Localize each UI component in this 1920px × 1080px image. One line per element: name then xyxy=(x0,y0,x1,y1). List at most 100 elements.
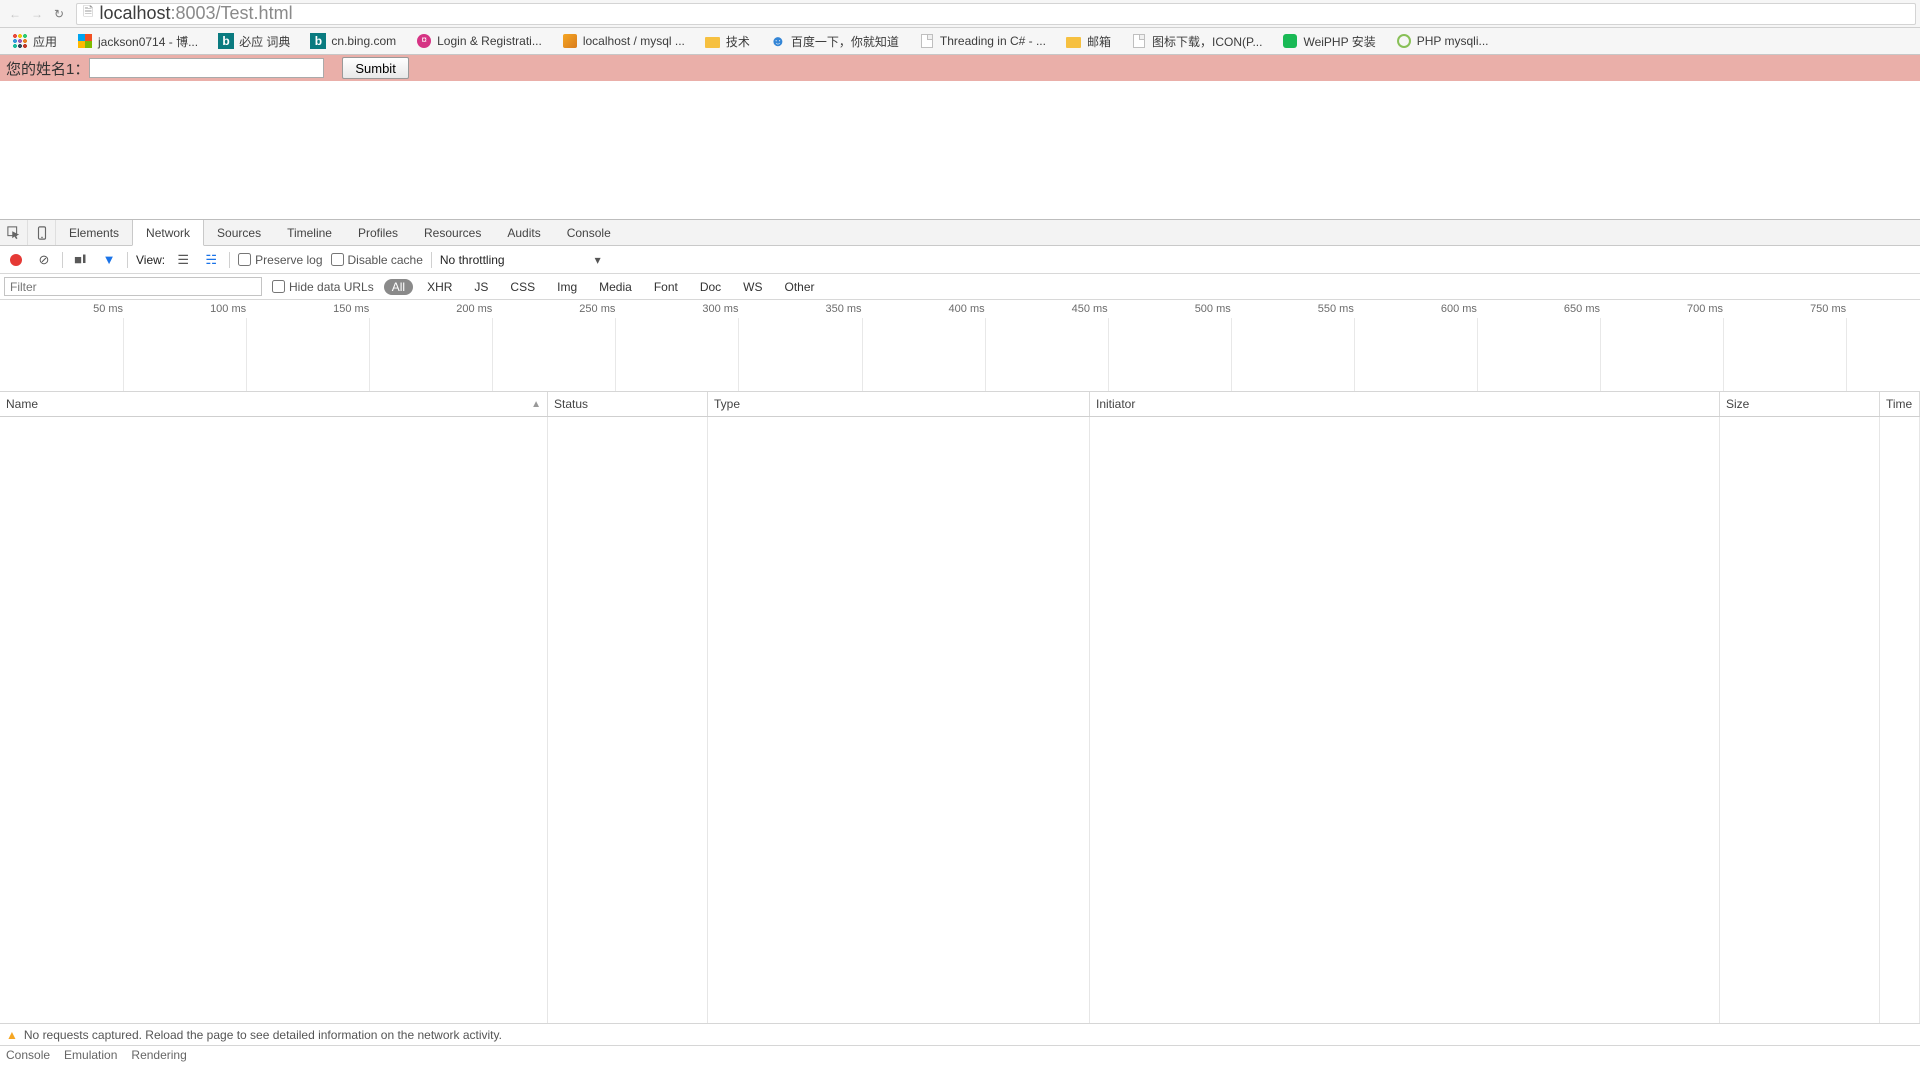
camera-icon[interactable]: ■▌ xyxy=(71,250,91,270)
bookmark-item[interactable]: localhost / mysql ... xyxy=(554,30,693,52)
bookmark-item[interactable]: ¤Login & Registrati... xyxy=(408,30,550,52)
page-icon xyxy=(919,33,935,49)
timeline-tick: 450 ms xyxy=(1072,303,1108,315)
timeline-gridline xyxy=(1354,318,1355,391)
filter-ws[interactable]: WS xyxy=(735,279,770,295)
timeline-gridline xyxy=(1846,318,1847,391)
ms-icon xyxy=(77,33,93,49)
bookmark-item[interactable]: ☻百度一下，你就知道 xyxy=(762,30,907,52)
col-size[interactable]: Size xyxy=(1720,392,1880,416)
tab-resources[interactable]: Resources xyxy=(411,220,494,245)
col-type[interactable]: Type xyxy=(708,392,1090,416)
circle-icon xyxy=(1396,33,1412,49)
filter-input[interactable] xyxy=(4,277,262,296)
back-button[interactable]: ← xyxy=(4,3,26,25)
bookmark-item[interactable]: b必应 词典 xyxy=(210,30,298,52)
form-row: 您的姓名1： Sumbit xyxy=(0,55,1920,81)
filter-doc[interactable]: Doc xyxy=(692,279,729,295)
page-blank-area xyxy=(0,81,1920,219)
record-button[interactable] xyxy=(6,250,26,270)
timeline-tick: 400 ms xyxy=(949,303,985,315)
col-status[interactable]: Status xyxy=(548,392,708,416)
page-icon xyxy=(1131,33,1147,49)
disable-cache-checkbox[interactable]: Disable cache xyxy=(331,253,423,267)
filter-other[interactable]: Other xyxy=(777,279,823,295)
drawer-tab-emulation[interactable]: Emulation xyxy=(64,1048,117,1062)
bookmark-item[interactable]: 技术 xyxy=(697,30,758,52)
devtools-tabs: ElementsNetworkSourcesTimelineProfilesRe… xyxy=(0,220,1920,246)
inspect-icon[interactable] xyxy=(0,220,28,245)
apps-icon xyxy=(12,33,28,49)
device-icon[interactable] xyxy=(28,220,56,245)
view-waterfall-icon[interactable]: ☵ xyxy=(201,250,221,270)
clear-button[interactable]: ⊘ xyxy=(34,250,54,270)
filter-xhr[interactable]: XHR xyxy=(419,279,460,295)
reload-button[interactable]: ↻ xyxy=(48,3,70,25)
preserve-log-checkbox[interactable]: Preserve log xyxy=(238,253,322,267)
tab-console[interactable]: Console xyxy=(554,220,624,245)
bookmark-item[interactable]: bcn.bing.com xyxy=(302,30,404,52)
timeline-tick: 300 ms xyxy=(702,303,738,315)
timeline-tick: 650 ms xyxy=(1564,303,1600,315)
drawer-tab-console[interactable]: Console xyxy=(6,1048,50,1062)
col-initiator[interactable]: Initiator xyxy=(1090,392,1720,416)
filter-icon[interactable]: ▼ xyxy=(99,250,119,270)
view-large-icon[interactable]: ☰ xyxy=(173,250,193,270)
filter-js[interactable]: JS xyxy=(466,279,496,295)
bookmark-label: PHP mysqli... xyxy=(1417,34,1489,48)
address-bar[interactable]: 🗎 localhost:8003/Test.html xyxy=(76,3,1916,25)
bookmark-item[interactable]: 图标下载，ICON(P... xyxy=(1123,30,1270,52)
bookmark-label: WeiPHP 安装 xyxy=(1303,33,1375,50)
timeline-gridline xyxy=(738,318,739,391)
bookmark-item[interactable]: PHP mysqli... xyxy=(1388,30,1497,52)
timeline-tick: 750 ms xyxy=(1810,303,1846,315)
filter-css[interactable]: CSS xyxy=(502,279,543,295)
bookmark-item[interactable]: WeiPHP 安装 xyxy=(1274,30,1383,52)
network-toolbar: ⊘ ■▌ ▼ View: ☰ ☵ Preserve log Disable ca… xyxy=(0,246,1920,274)
timeline-gridline xyxy=(1723,318,1724,391)
bookmark-label: Login & Registrati... xyxy=(437,34,542,48)
tab-sources[interactable]: Sources xyxy=(204,220,274,245)
bookmark-item[interactable]: 邮箱 xyxy=(1058,30,1119,52)
folder-icon xyxy=(1066,33,1082,49)
tab-elements[interactable]: Elements xyxy=(56,220,132,245)
tab-timeline[interactable]: Timeline xyxy=(274,220,345,245)
separator xyxy=(229,252,230,268)
filter-img[interactable]: Img xyxy=(549,279,585,295)
submit-button[interactable]: Sumbit xyxy=(342,57,408,79)
col-time[interactable]: Time xyxy=(1880,392,1920,416)
browser-nav-bar: ← → ↻ 🗎 localhost:8003/Test.html xyxy=(0,0,1920,28)
timeline-gridline xyxy=(862,318,863,391)
bookmark-label: 百度一下，你就知道 xyxy=(791,33,899,50)
timeline-overview[interactable]: 50 ms100 ms150 ms200 ms250 ms300 ms350 m… xyxy=(0,300,1920,392)
bookmark-item[interactable]: 应用 xyxy=(4,30,65,52)
filter-media[interactable]: Media xyxy=(591,279,640,295)
hide-data-urls-checkbox[interactable]: Hide data URLs xyxy=(272,280,374,294)
filter-font[interactable]: Font xyxy=(646,279,686,295)
separator xyxy=(431,252,432,268)
bing-icon: b xyxy=(218,33,234,49)
bookmark-item[interactable]: Threading in C# - ... xyxy=(911,30,1054,52)
form-label: 您的姓名1： xyxy=(6,58,89,79)
name-input[interactable] xyxy=(89,58,324,78)
drawer-tab-rendering[interactable]: Rendering xyxy=(131,1048,186,1062)
tab-profiles[interactable]: Profiles xyxy=(345,220,411,245)
timeline-gridline xyxy=(369,318,370,391)
throttling-select[interactable]: No throttling ▾ xyxy=(440,253,601,267)
col-name[interactable]: Name▲ xyxy=(0,392,548,416)
timeline-gridline xyxy=(1600,318,1601,391)
bookmark-label: cn.bing.com xyxy=(331,34,396,48)
tab-network[interactable]: Network xyxy=(132,220,204,246)
separator xyxy=(62,252,63,268)
bookmark-item[interactable]: jackson0714 - 博... xyxy=(69,30,206,52)
network-table-body xyxy=(0,417,1920,1023)
separator xyxy=(127,252,128,268)
filter-all[interactable]: All xyxy=(384,279,413,295)
tab-audits[interactable]: Audits xyxy=(494,220,553,245)
timeline-gridline xyxy=(985,318,986,391)
bookmark-label: Threading in C# - ... xyxy=(940,34,1046,48)
timeline-gridline xyxy=(1477,318,1478,391)
warning-icon: ▲ xyxy=(6,1028,18,1042)
forward-button[interactable]: → xyxy=(26,3,48,25)
bookmark-label: 技术 xyxy=(726,33,750,50)
